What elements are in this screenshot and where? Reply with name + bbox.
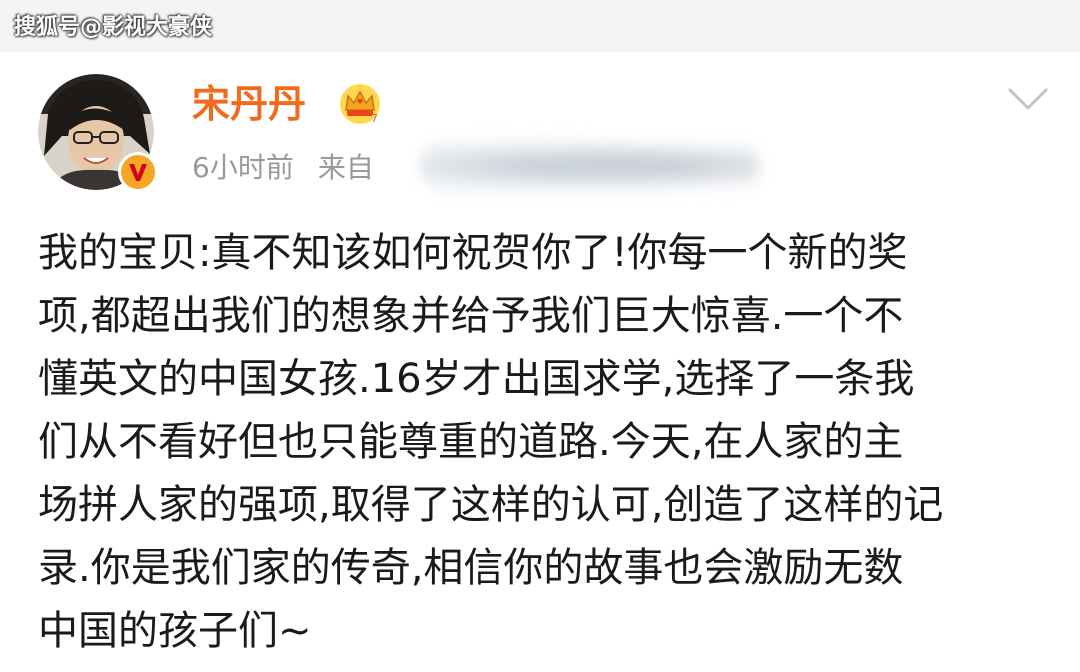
post-time: 6小时前 [192, 151, 294, 184]
svg-text:7: 7 [371, 112, 378, 125]
post-source-prefix: 来自 [317, 151, 374, 184]
post-line: 我的宝贝:真不知该如何祝贺你了!你每一个新的奖 [38, 230, 908, 276]
verified-v-badge-icon [118, 152, 158, 192]
blurred-source-info [420, 136, 760, 196]
post-line: 中国的孩子们~ [38, 608, 312, 654]
top-bar: 搜狐号@影视大豪侠 [0, 0, 1080, 52]
post-line: 录.你是我们家的传奇,相信你的故事也会激励无数 [38, 545, 904, 591]
post-meta: 6小时前 来自 [192, 148, 374, 188]
username[interactable]: 宋丹丹 [192, 80, 306, 128]
post-line: 场拼人家的强项,取得了这样的认可,创造了这样的记 [38, 482, 944, 528]
chevron-down-icon[interactable] [1004, 82, 1052, 118]
post-line: 项,都超出我们的想象并给予我们巨大惊喜.一个不 [38, 293, 904, 339]
post-body: 我的宝贝:真不知该如何祝贺你了!你每一个新的奖 项,都超出我们的想象并给予我们巨… [38, 222, 1048, 663]
post-line: 懂英文的中国女孩.16岁才出国求学,选择了一条我 [38, 356, 915, 402]
crown-icon[interactable]: 7 [336, 80, 384, 128]
watermark: 搜狐号@影视大豪侠 [14, 15, 213, 40]
post-line: 们从不看好但也只能尊重的道路.今天,在人家的主 [38, 419, 904, 465]
